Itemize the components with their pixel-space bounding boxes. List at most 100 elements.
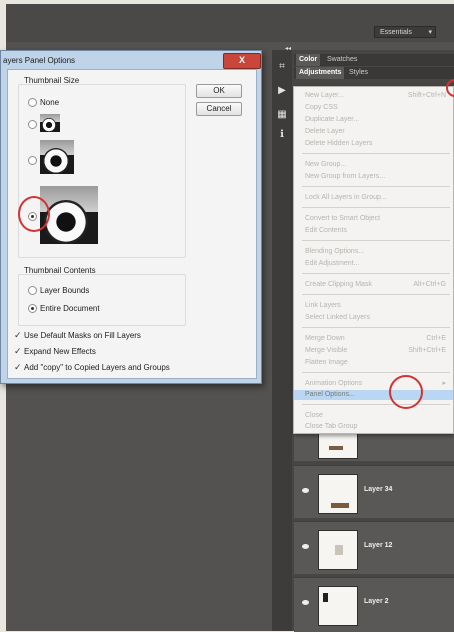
menu-separator: [302, 273, 450, 274]
workspace-switcher[interactable]: Essentials ▾: [374, 26, 436, 38]
cancel-button[interactable]: Cancel: [196, 102, 242, 116]
radio-entire-document[interactable]: [28, 304, 37, 313]
visibility-eye-icon[interactable]: [302, 600, 309, 605]
tab-swatches[interactable]: Swatches: [324, 54, 360, 66]
layer-row[interactable]: Layer 2: [294, 577, 454, 632]
menu-item-merge-down[interactable]: Merge Down Ctrl+E: [305, 334, 450, 344]
menu-item-label: Blending Options...: [305, 248, 365, 255]
menu-separator: [302, 372, 450, 373]
radio-size-medium[interactable]: [28, 156, 37, 165]
menu-item-delete-hidden-layers[interactable]: Delete Hidden Layers: [305, 139, 450, 149]
menu-item-copy-css[interactable]: Copy CSS: [305, 103, 450, 113]
layer-row[interactable]: Layer 12: [294, 521, 454, 574]
close-icon: X: [238, 55, 245, 65]
thumbnail-preview-small: [40, 114, 60, 132]
radio-label: None: [40, 98, 60, 107]
layer-row[interactable]: Layer 34: [294, 465, 454, 518]
menu-separator: [302, 186, 450, 187]
checkbox-label: Expand New Effects: [24, 347, 96, 356]
layer-thumbnail: [318, 586, 358, 626]
menu-item-flatten-image[interactable]: Flatten Image: [305, 358, 450, 368]
menu-item-close-tab-group[interactable]: Close Tab Group: [305, 422, 450, 432]
layer-name: Layer 34: [364, 486, 393, 493]
menu-item-duplicate-layer[interactable]: Duplicate Layer...: [305, 115, 450, 125]
tab-styles[interactable]: Styles: [346, 67, 371, 79]
checkbox-label: Add "copy" to Copied Layers and Groups: [24, 363, 170, 372]
tab-adjustments[interactable]: Adjustments: [296, 67, 345, 79]
menu-item-label: Delete Hidden Layers: [305, 140, 373, 147]
menu-item-shortcut: Alt+Ctrl+G: [413, 281, 446, 288]
menu-item-animation-options[interactable]: Animation Options ▸: [305, 379, 450, 389]
menu-item-convert-smart-object[interactable]: Convert to Smart Object: [305, 214, 450, 224]
visibility-eye-icon[interactable]: [302, 488, 309, 493]
menu-item-label: Lock All Layers in Group...: [305, 194, 387, 201]
menu-item-label: Flatten Image: [305, 359, 348, 366]
menu-separator: [302, 153, 450, 154]
menu-item-label: Delete Layer: [305, 128, 345, 135]
annotation-circle: [389, 375, 423, 409]
dialog-title: ayers Panel Options: [3, 56, 76, 65]
menu-item-new-layer[interactable]: New Layer... Shift+Ctrl+N: [305, 91, 450, 101]
menu-item-delete-layer[interactable]: Delete Layer: [305, 127, 450, 137]
menu-separator: [302, 327, 450, 328]
layer-name: Layer 2: [364, 598, 389, 605]
tab-color[interactable]: Color: [296, 54, 321, 66]
menu-item-new-group-from-layers[interactable]: New Group from Layers...: [305, 172, 450, 182]
ok-button[interactable]: OK: [196, 84, 242, 98]
menu-item-lock-all-layers[interactable]: Lock All Layers in Group...: [305, 193, 450, 203]
annotation-circle: [18, 196, 50, 232]
layer-comps-icon[interactable]: ▦: [275, 108, 289, 122]
menu-item-edit-contents[interactable]: Edit Contents: [305, 226, 450, 236]
menu-item-label: Close: [305, 412, 323, 419]
menu-item-label: Copy CSS: [305, 104, 338, 111]
menu-item-shortcut: Ctrl+E: [426, 335, 446, 342]
submenu-arrow-icon: ▸: [442, 380, 446, 387]
checkbox-add-copy[interactable]: ✓: [14, 362, 22, 373]
visibility-eye-icon[interactable]: [302, 544, 309, 549]
menu-item-label: New Group from Layers...: [305, 173, 386, 180]
menu-item-close[interactable]: Close: [305, 411, 450, 421]
menu-item-label: Duplicate Layer...: [305, 116, 360, 123]
menu-item-label: Create Clipping Mask: [305, 281, 372, 288]
menu-item-link-layers[interactable]: Link Layers: [305, 301, 450, 311]
menu-item-label: Merge Down: [305, 335, 345, 342]
menu-item-label: Edit Contents: [305, 227, 348, 234]
menu-item-label: Close Tab Group: [305, 423, 358, 430]
play-actions-icon[interactable]: ▶: [275, 84, 289, 98]
menu-item-select-linked-layers[interactable]: Select Linked Layers: [305, 313, 450, 323]
checkbox-expand-effects[interactable]: ✓: [14, 346, 22, 357]
radio-size-small[interactable]: [28, 120, 37, 129]
layers-panel-menu: New Layer... Shift+Ctrl+N Copy CSS Duplic…: [293, 86, 454, 434]
menu-item-label: Panel Options...: [305, 391, 355, 398]
menu-item-label: New Group...: [305, 161, 347, 168]
menu-item-label: Convert to Smart Object: [305, 215, 381, 222]
radio-label: Entire Document: [40, 304, 100, 313]
menu-separator: [302, 207, 450, 208]
menu-item-label: Merge Visible: [305, 347, 348, 354]
history-icon[interactable]: ⌗: [275, 60, 289, 74]
workspace-label: Essentials: [380, 29, 412, 36]
menu-item-edit-adjustment[interactable]: Edit Adjustment...: [305, 259, 450, 269]
radio-size-none[interactable]: [28, 98, 37, 107]
menu-item-blending-options[interactable]: Blending Options...: [305, 247, 450, 257]
checkbox-default-masks[interactable]: ✓: [14, 330, 22, 341]
menu-separator: [302, 404, 450, 405]
menu-item-shortcut: Shift+Ctrl+N: [407, 92, 446, 99]
layer-thumbnail: [318, 474, 358, 514]
checkbox-label: Use Default Masks on Fill Layers: [24, 331, 141, 340]
menu-item-merge-visible[interactable]: Merge Visible Shift+Ctrl+E: [305, 346, 450, 356]
color-panel-tabs: Color Swatches: [294, 54, 454, 66]
radio-layer-bounds[interactable]: [28, 286, 37, 295]
thumbnail-preview-medium: [40, 140, 74, 174]
menu-item-label: Edit Adjustment...: [305, 260, 360, 267]
collapse-panels-icon[interactable]: ◂◂: [285, 45, 291, 52]
close-button[interactable]: X: [223, 53, 261, 69]
menu-item-create-clipping-mask[interactable]: Create Clipping Mask Alt+Ctrl+G: [305, 280, 450, 290]
menu-item-new-group[interactable]: New Group...: [305, 160, 450, 170]
radio-label: Layer Bounds: [40, 286, 90, 295]
menu-item-panel-options[interactable]: Panel Options...: [294, 390, 453, 400]
chevron-down-icon: ▾: [428, 29, 432, 36]
cancel-label: Cancel: [206, 104, 232, 113]
menu-item-shortcut: Shift+Ctrl+E: [408, 347, 446, 354]
info-icon[interactable]: ℹ: [275, 128, 289, 142]
